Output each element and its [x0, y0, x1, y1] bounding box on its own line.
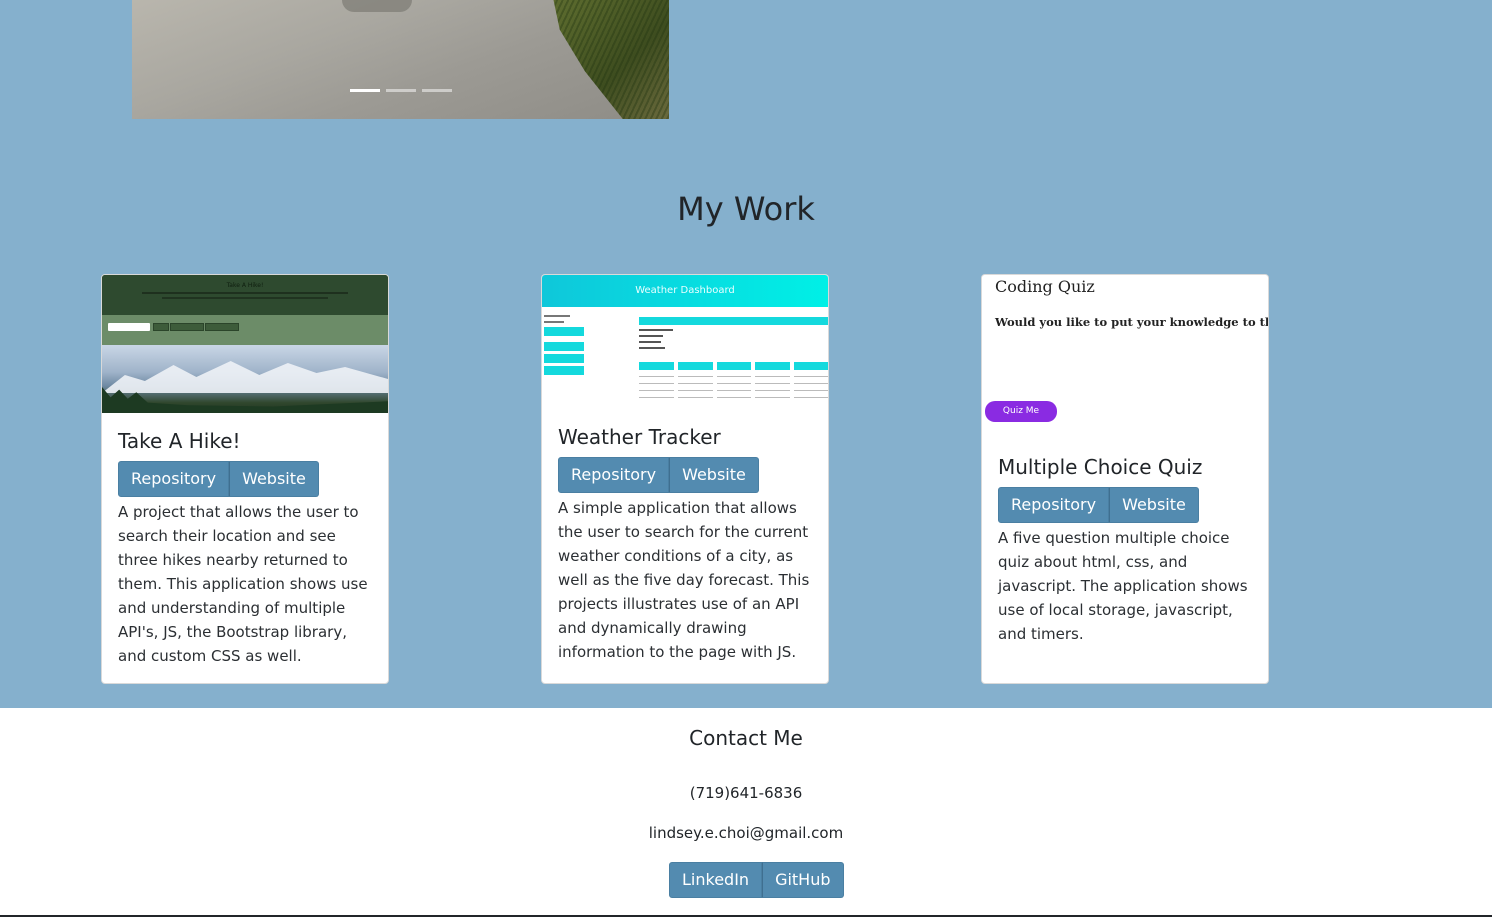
work-section: My Work Take A Hike! Take A Hike! Reposi…	[0, 0, 1492, 708]
repository-button[interactable]: Repository	[998, 487, 1110, 523]
contact-email: lindsey.e.choi@gmail.com	[648, 824, 844, 842]
website-button[interactable]: Website	[669, 457, 759, 493]
screenshot-title: Coding Quiz	[995, 277, 1095, 296]
project-screenshot-coding-quiz: Coding Quiz Would you like to put your k…	[982, 275, 1268, 433]
section-title-my-work: My Work	[677, 190, 815, 228]
contact-title: Contact Me	[689, 726, 803, 750]
project-title: Weather Tracker	[558, 425, 721, 449]
project-link-group: Repository Website	[118, 461, 319, 497]
project-title: Multiple Choice Quiz	[998, 455, 1203, 479]
contact-phone: (719)641-6836	[689, 784, 803, 802]
website-button[interactable]: Website	[229, 461, 319, 497]
project-link-group: Repository Website	[558, 457, 759, 493]
project-link-group: Repository Website	[998, 487, 1199, 523]
linkedin-button[interactable]: LinkedIn	[669, 862, 763, 898]
repository-button[interactable]: Repository	[558, 457, 670, 493]
carousel-indicator-3[interactable]	[422, 89, 452, 92]
project-description: A five question multiple choice quiz abo…	[998, 529, 1248, 643]
project-description: A project that allows the user to search…	[118, 503, 368, 665]
project-title: Take A Hike!	[118, 429, 241, 453]
carousel-indicators	[350, 89, 452, 92]
carousel-image-grass	[553, 0, 669, 119]
project-description: A simple application that allows the use…	[558, 499, 810, 661]
carousel-image-rock	[342, 0, 412, 12]
project-card-weather-tracker: Weather Dashboard Weather Tracker Reposi…	[541, 274, 829, 684]
screenshot-quiz-button: Quiz Me	[985, 401, 1057, 422]
project-screenshot-take-a-hike: Take A Hike!	[102, 275, 388, 413]
screenshot-title: Take A Hike!	[226, 282, 264, 289]
project-card-multiple-choice-quiz: Coding Quiz Would you like to put your k…	[981, 274, 1269, 684]
screenshot-question: Would you like to put your knowledge to …	[995, 315, 1268, 329]
repository-button[interactable]: Repository	[118, 461, 230, 497]
social-link-group: LinkedIn GitHub	[669, 862, 844, 898]
project-card-take-a-hike: Take A Hike! Take A Hike! Repository Web…	[101, 274, 389, 684]
github-button[interactable]: GitHub	[762, 862, 844, 898]
screenshot-title: Weather Dashboard	[542, 275, 828, 307]
website-button[interactable]: Website	[1109, 487, 1199, 523]
carousel-indicator-1[interactable]	[350, 89, 380, 92]
project-screenshot-weather-dashboard: Weather Dashboard	[542, 275, 828, 403]
photo-carousel[interactable]	[132, 0, 669, 119]
carousel-indicator-2[interactable]	[386, 89, 416, 92]
